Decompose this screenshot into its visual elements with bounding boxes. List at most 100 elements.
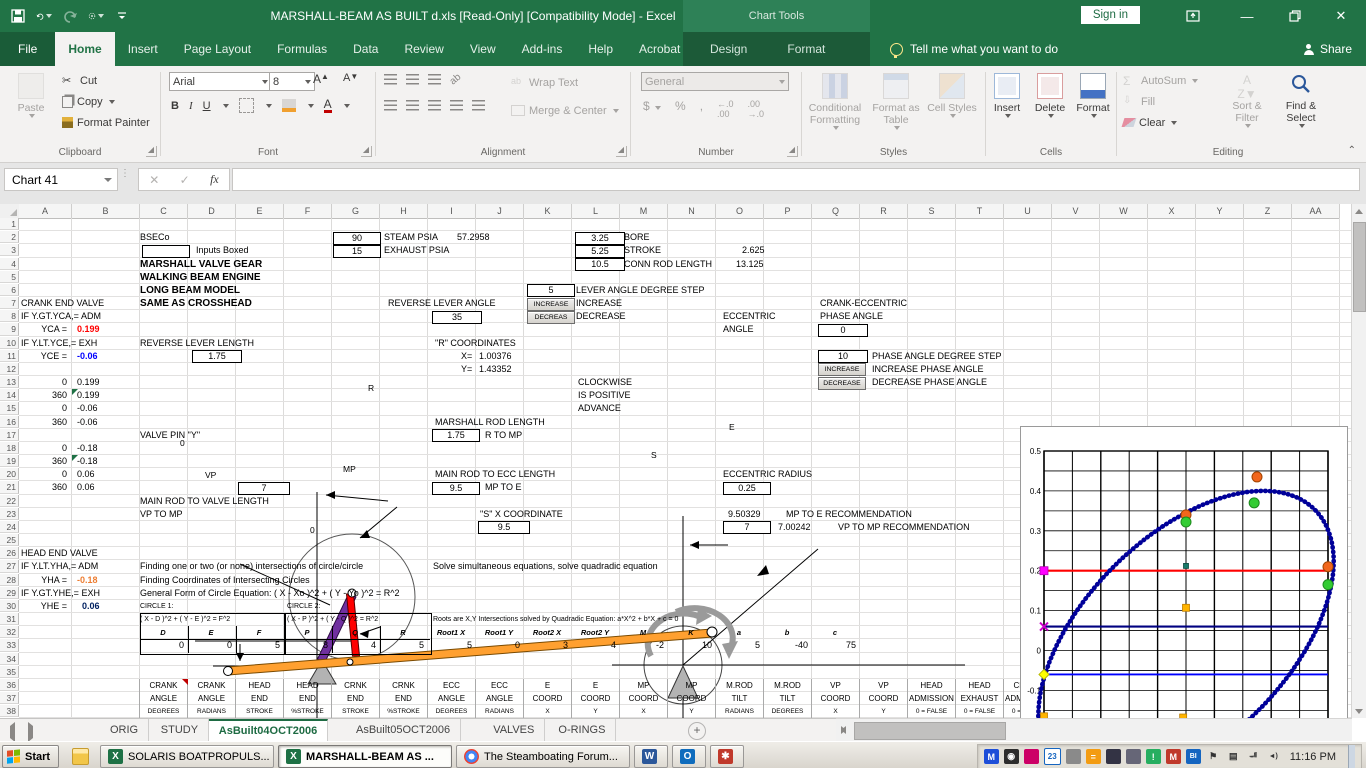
row-header-8[interactable]: 8 [0,310,19,322]
fill-button[interactable]: ⇩Fill [1123,91,1198,112]
column-header-L[interactable]: L [572,204,620,219]
row-header-13[interactable]: 13 [0,376,19,388]
row-header-14[interactable]: 14 [0,389,19,401]
row-header-31[interactable]: 31 [0,613,19,625]
show-desktop-button[interactable] [1348,745,1355,768]
touch-mode-icon[interactable] [88,8,104,24]
format-as-table-button[interactable]: Format as Table [868,68,924,143]
row-header-37[interactable]: 37 [0,692,19,704]
tray-icon-alert[interactable]: ! [1146,749,1161,764]
input-box[interactable]: 35 [432,311,482,324]
input-box[interactable]: 90 [333,232,381,245]
sheet-nav-left-icon[interactable] [10,726,15,738]
accounting-format-icon[interactable]: $ [643,99,661,119]
row-header-11[interactable]: 11 [0,350,19,362]
italic-button[interactable]: I [189,100,193,112]
row-header-6[interactable]: 6 [0,284,19,296]
row-header-34[interactable]: 34 [0,653,19,665]
row-header-26[interactable]: 26 [0,547,19,559]
tray-icon-screen[interactable] [1126,749,1141,764]
row-header-18[interactable]: 18 [0,442,19,454]
input-box[interactable]: 5 [527,284,575,297]
insert-cells-button[interactable]: Insert [986,68,1028,143]
vertical-scrollbar[interactable] [1351,204,1366,718]
tray-icon-signal[interactable]: ᆒ [1246,749,1261,764]
sheet-tab-orig[interactable]: ORIG [100,719,149,741]
row-header-28[interactable]: 28 [0,574,19,586]
ribbon-display-options-button[interactable] [1176,0,1210,32]
clear-button[interactable]: Clear [1123,112,1198,133]
align-bottom-icon[interactable] [428,74,441,85]
paste-button[interactable]: Paste [4,68,58,143]
ribbon-tab-format[interactable]: Format [774,32,838,66]
ribbon-tab-file[interactable]: File [0,32,55,66]
align-left-icon[interactable] [384,100,397,111]
row-header-25[interactable]: 25 [0,534,19,546]
tray-icon-usb[interactable] [1066,749,1081,764]
sheet-tab-o-rings[interactable]: O-RINGS [548,719,616,741]
sheet-tab-asbuilt04oct2006[interactable]: AsBuilt04OCT2006 [209,719,328,741]
tray-icon-display[interactable] [1106,749,1121,764]
grow-font-button[interactable]: A▲ [313,72,329,86]
cancel-formula-icon[interactable]: ✕ [149,173,159,187]
column-header-J[interactable]: J [476,204,524,219]
column-header-E[interactable]: E [236,204,284,219]
row-header-33[interactable]: 33 [0,639,19,651]
sheet-nav-right-icon[interactable] [28,726,33,738]
taskbar-button-word[interactable]: W [634,745,668,768]
autosum-button[interactable]: ΣAutoSum [1123,70,1198,91]
input-box[interactable]: 15 [333,245,381,258]
input-box[interactable]: 9.5 [432,482,480,495]
decreas-button[interactable]: DECREAS [527,311,575,324]
conditional-formatting-button[interactable]: Conditional Formatting [804,68,866,143]
row-header-35[interactable]: 35 [0,666,19,678]
sheet-tab-study[interactable]: STUDY [151,719,209,741]
customize-qat-icon[interactable] [114,8,130,24]
row-header-5[interactable]: 5 [0,271,19,283]
row-header-29[interactable]: 29 [0,587,19,599]
input-box[interactable]: 3.25 [575,232,625,245]
tray-icon-malwarebytes[interactable]: M [984,749,999,764]
column-header-H[interactable]: H [380,204,428,219]
find-select-button[interactable]: Find & Select [1275,68,1327,143]
row-header-24[interactable]: 24 [0,521,19,533]
ribbon-tab-help[interactable]: Help [575,32,626,66]
cut-button[interactable]: ✂Cut [62,70,150,91]
tray-icon-flag[interactable]: ⚑ [1206,749,1221,764]
decrease-decimal-icon[interactable]: .00→.0 [748,99,765,119]
restore-button[interactable] [1278,0,1312,32]
tray-icon-volume[interactable]: ◄) [1266,749,1281,764]
column-header-M[interactable]: M [620,204,668,219]
row-header-21[interactable]: 21 [0,481,19,493]
column-header-F[interactable]: F [284,204,332,219]
new-sheet-button[interactable]: + [688,722,706,740]
row-header-12[interactable]: 12 [0,363,19,375]
minimize-button[interactable]: — [1230,0,1264,32]
format-painter-button[interactable]: Format Painter [62,112,150,133]
alignment-dialog-launcher[interactable]: ◢ [616,146,627,157]
column-header-P[interactable]: P [764,204,812,219]
quick-launch-folder-icon[interactable] [72,748,89,765]
share-button[interactable]: Share [1304,32,1352,66]
wrap-text-button[interactable]: abWrap Text [511,72,578,93]
row-header-19[interactable]: 19 [0,455,19,467]
tray-icon-sync[interactable]: = [1086,749,1101,764]
embedded-chart[interactable]: 0204060801000.50.40.30.20.10-0.1-0.2-0.3… [1020,426,1348,718]
input-box[interactable]: 1.75 [192,350,242,363]
column-header-B[interactable]: B [72,204,140,219]
horizontal-scroll-thumb[interactable] [854,722,1006,740]
ribbon-tab-insert[interactable]: Insert [115,32,171,66]
tray-icon-mcafee[interactable]: M [1166,749,1181,764]
scroll-up-arrow[interactable] [1352,204,1366,218]
column-header-G[interactable]: G [332,204,380,219]
column-header-Y[interactable]: Y [1196,204,1244,219]
spreadsheet-grid[interactable]: ABCDEFGHIJKLMNOPQRSTUVWXYZAA123456789101… [0,204,1352,718]
increase-indent-icon[interactable] [472,100,485,111]
bold-button[interactable]: B [171,100,179,112]
increase-button[interactable]: INCREASE [818,363,866,376]
delete-cells-button[interactable]: Delete [1029,68,1071,143]
ribbon-tab-view[interactable]: View [457,32,509,66]
sign-in-button[interactable]: Sign in [1081,6,1140,24]
tray-icon-powerbi[interactable]: BI [1186,749,1201,764]
ribbon-tab-design[interactable]: Design [697,32,760,66]
